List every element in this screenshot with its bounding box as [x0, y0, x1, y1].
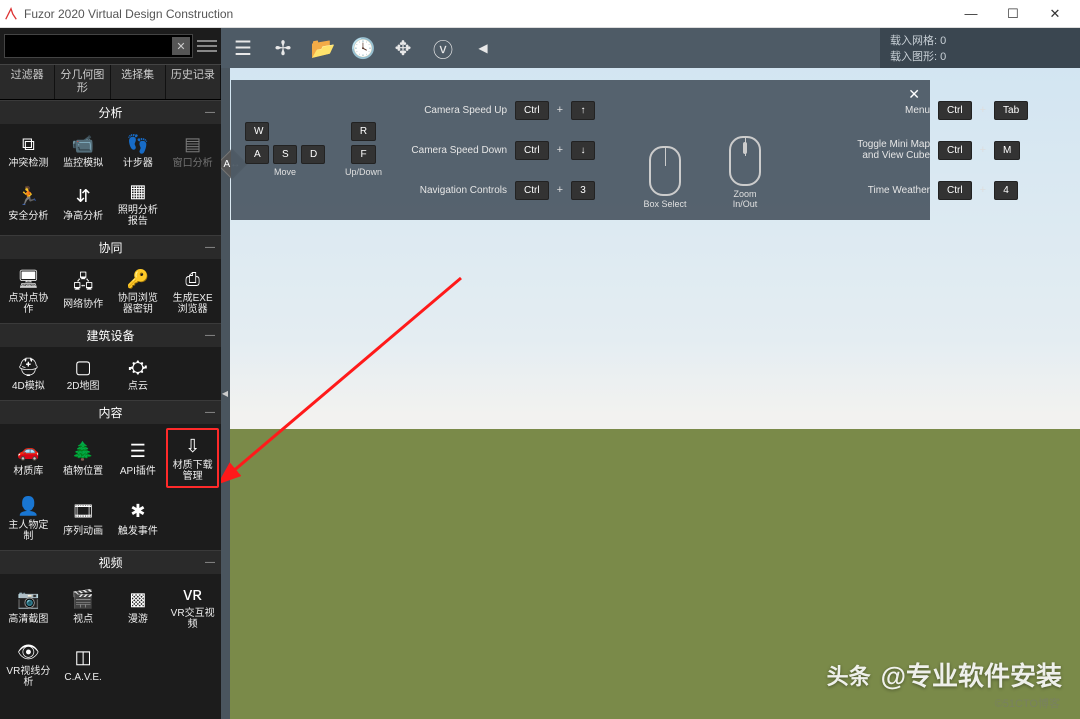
status-shape: 载入图形: 0 — [890, 48, 1070, 64]
maximize-button[interactable]: ☐ — [992, 1, 1034, 27]
section-video-header[interactable]: 视频— — [0, 551, 221, 574]
tool-pedometer[interactable]: 👣计步器 — [112, 128, 165, 173]
tool-vr-sight[interactable]: 👁VR视线分 析 — [2, 636, 55, 692]
tool-vr-video[interactable]: ᴠʀVR交互视 频 — [166, 578, 219, 634]
list-icon[interactable]: ☰ — [229, 34, 257, 62]
clock-icon[interactable]: 🕓 — [349, 34, 377, 62]
tool-clash[interactable]: ⧉冲突检测 — [2, 128, 55, 173]
collapse-icon[interactable]: — — [205, 107, 215, 118]
tab-history[interactable]: 历史记录 — [166, 65, 221, 99]
tool-avatar[interactable]: 👤主人物定 制 — [2, 490, 55, 546]
tool-2dmap[interactable]: ▢2D地图 — [57, 351, 110, 396]
close-button[interactable]: ✕ — [1034, 1, 1076, 27]
tool-p2p[interactable]: 🖥点对点协 作 — [2, 263, 55, 319]
folder-icon[interactable]: 📂 — [309, 34, 337, 62]
tool-api[interactable]: ☰API插件 — [112, 428, 165, 488]
hint-close-icon[interactable]: ✕ — [908, 86, 920, 103]
mouse-zoom-icon — [729, 136, 761, 186]
section-analysis-header[interactable]: 分析— — [0, 101, 221, 124]
tool-exe[interactable]: ⎙生成EXE 浏览器 — [166, 263, 219, 319]
tool-browser-key[interactable]: 🔑协同浏览 器密钥 — [112, 263, 165, 319]
tool-cave[interactable]: ◫C.A.V.E. — [57, 636, 110, 692]
status-grid: 载入网格: 0 — [890, 32, 1070, 48]
watermark: 头条 @专业软件安装 — [827, 656, 1062, 693]
tool-viewpoint[interactable]: 🎬视点 — [57, 578, 110, 634]
mouse-boxselect-icon — [649, 146, 681, 196]
viewport[interactable]: ☰ ✢ 📂 🕓 ✥ ⓥ ◀ 载入网格: 0 载入图形: 0 ◀ A↔ ✕ W A — [221, 28, 1080, 719]
status-panel: 载入网格: 0 载入图形: 0 — [880, 28, 1080, 68]
tool-network[interactable]: 🖧网络协作 — [57, 263, 110, 319]
collapse-icon[interactable]: — — [205, 557, 215, 568]
clear-search-icon[interactable]: ✕ — [172, 37, 190, 55]
key-a: A — [245, 145, 269, 164]
tool-window-analysis[interactable]: ▤窗口分析 — [166, 128, 219, 173]
key-s: S — [273, 145, 297, 164]
controls-hint-panel: ✕ W A S D Move R F Up/Down — [231, 80, 930, 220]
section-building-header[interactable]: 建筑设备— — [0, 324, 221, 347]
tool-lighting[interactable]: ▦照明分析 报告 — [112, 175, 165, 231]
collapse-icon[interactable]: — — [205, 242, 215, 253]
collapse-icon[interactable]: — — [205, 407, 215, 418]
section-collab-header[interactable]: 协同— — [0, 236, 221, 259]
key-f: F — [351, 145, 375, 164]
tool-material-lib[interactable]: 🚗材质库 — [2, 428, 55, 488]
filter-tabs: 过滤器 分几何图 形 选择集 历史记录 — [0, 64, 221, 100]
tool-screenshot[interactable]: 📷高清截图 — [2, 578, 55, 634]
tab-filter[interactable]: 过滤器 — [0, 65, 55, 99]
tool-clearance[interactable]: ⇵净高分析 — [57, 175, 110, 231]
titlebar: Fuzor 2020 Virtual Design Construction —… — [0, 0, 1080, 28]
search-input[interactable] — [7, 40, 172, 52]
tool-sequence[interactable]: 🎞序列动画 — [57, 490, 110, 546]
tool-pointcloud[interactable]: ⛮点云 — [112, 351, 165, 396]
vr-icon[interactable]: ⓥ — [429, 34, 457, 62]
window-title: Fuzor 2020 Virtual Design Construction — [24, 7, 950, 21]
tool-4d[interactable]: ⛑4D模拟 — [2, 351, 55, 396]
tool-camera-sim[interactable]: 📹监控模拟 — [57, 128, 110, 173]
key-w: W — [245, 122, 269, 141]
key-d: D — [301, 145, 325, 164]
tool-safety[interactable]: 🏃安全分析 — [2, 175, 55, 231]
tool-material-download[interactable]: ⇩材质下载 管理 — [166, 428, 219, 488]
chevron-left-icon[interactable]: ◀ — [469, 34, 497, 62]
key-r: R — [351, 122, 376, 141]
tool-plant[interactable]: 🌲植物位置 — [57, 428, 110, 488]
tool-roam[interactable]: ▩漫游 — [112, 578, 165, 634]
minimize-button[interactable]: — — [950, 1, 992, 27]
search-box[interactable]: ✕ — [4, 34, 193, 58]
tab-geometry[interactable]: 分几何图 形 — [55, 65, 110, 99]
tool-trigger[interactable]: ✱触发事件 — [112, 490, 165, 546]
section-content-header[interactable]: 内容— — [0, 401, 221, 424]
axis-icon[interactable]: ✢ — [269, 34, 297, 62]
sidebar: ✕ 过滤器 分几何图 形 选择集 历史记录 分析— ⧉冲突检测 📹监控模拟 👣计… — [0, 28, 221, 719]
menu-icon[interactable] — [197, 36, 217, 56]
app-logo-icon — [4, 7, 18, 21]
watermark-sub: ©51CTO博客 — [995, 695, 1060, 711]
move-icon[interactable]: ✥ — [389, 34, 417, 62]
tab-selection[interactable]: 选择集 — [111, 65, 166, 99]
collapse-icon[interactable]: — — [205, 330, 215, 341]
